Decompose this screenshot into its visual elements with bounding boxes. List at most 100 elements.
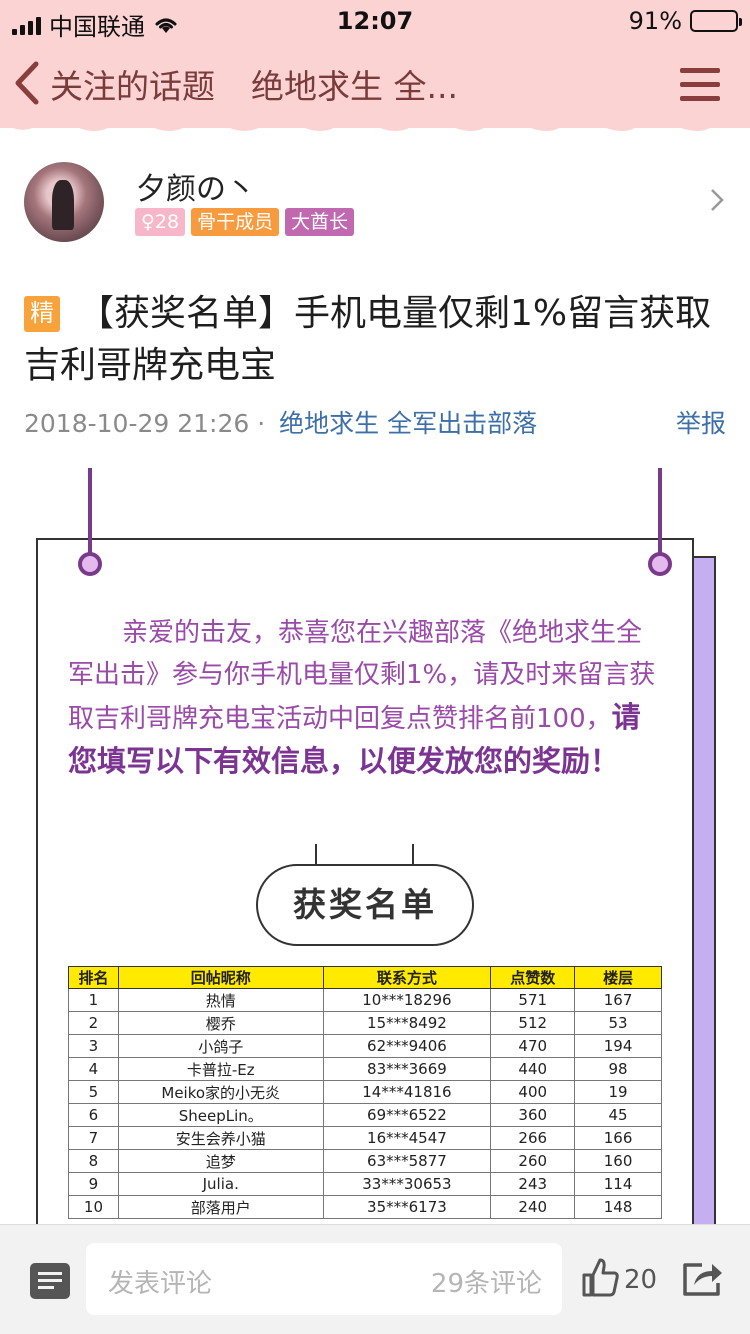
table-row: 6 SheepLin。 69***6522 360 45 — [68, 1103, 662, 1127]
author-badges: ♀28 骨干成员 大酋长 — [135, 208, 355, 236]
table-cell: 440 — [490, 1057, 576, 1081]
featured-tag: 精 — [24, 296, 60, 332]
table-cell: 571 — [490, 988, 576, 1012]
table-row: 8 追梦 63***5877 260 160 — [68, 1149, 662, 1173]
table-cell: 10 — [68, 1195, 119, 1219]
table-cell: 8 — [68, 1149, 119, 1173]
pill-hanger-right — [412, 844, 414, 866]
table-row: 9 Julia. 33***30653 243 114 — [68, 1172, 662, 1196]
table-cell: 3 — [68, 1034, 119, 1058]
battery-group: 91% — [628, 7, 742, 35]
nav-subtitle: 绝地求生 全... — [251, 67, 458, 106]
comment-placeholder: 发表评论 — [108, 1269, 213, 1299]
nav-title: 关注的话题 绝地求生 全... — [50, 60, 458, 108]
comment-input[interactable]: 发表评论 29条评论 — [86, 1243, 562, 1315]
like-count: 20 — [624, 1265, 658, 1295]
table-cell: 卡普拉-Ez — [117, 1057, 324, 1081]
list-icon[interactable] — [30, 1263, 70, 1299]
table-cell: 部落用户 — [117, 1195, 324, 1219]
winners-heading: 获奖名单 — [256, 864, 474, 946]
table-cell: 166 — [574, 1126, 662, 1150]
avatar[interactable] — [24, 162, 104, 242]
table-cell: 热情 — [117, 988, 324, 1012]
chief-badge: 大酋长 — [285, 208, 355, 236]
battery-percent: 91% — [628, 7, 682, 35]
table-cell: Julia. — [117, 1172, 324, 1196]
table-cell: 樱乔 — [117, 1011, 324, 1035]
table-header-cell: 联系方式 — [322, 966, 492, 989]
winners-table: 排名 回帖昵称 联系方式 点赞数 楼层 1 热情 10***18296 571 167 2 樱乔 15… — [68, 966, 662, 1219]
table-cell: 10***18296 — [322, 988, 492, 1012]
table-cell: 35***6173 — [322, 1195, 492, 1219]
tribe-link[interactable]: 绝地求生 全军出击部落 — [279, 409, 537, 438]
table-cell: 2 — [68, 1011, 119, 1035]
nav-wave-decoration — [0, 120, 750, 131]
menu-icon[interactable] — [680, 68, 720, 102]
pill-hanger-left — [315, 844, 317, 866]
table-cell: 400 — [490, 1080, 576, 1104]
table-header-cell: 回帖昵称 — [117, 966, 324, 989]
table-cell: 1 — [68, 988, 119, 1012]
poster-string-left — [88, 468, 92, 558]
table-cell: 62***9406 — [322, 1034, 492, 1058]
table-cell: 7 — [68, 1126, 119, 1150]
table-cell: 45 — [574, 1103, 662, 1127]
author-row[interactable]: 夕颜の丶 ♀28 骨干成员 大酋长 — [0, 150, 750, 255]
table-row: 5 Meiko家的小无炎 14***41816 400 19 — [68, 1080, 662, 1104]
table-cell: 83***3669 — [322, 1057, 492, 1081]
nav-bar: 关注的话题 绝地求生 全... — [0, 42, 750, 131]
table-row: 3 小鸽子 62***9406 470 194 — [68, 1034, 662, 1058]
table-cell: 6 — [68, 1103, 119, 1127]
table-cell: 14***41816 — [322, 1080, 492, 1104]
post-image[interactable]: 亲爱的击友，恭喜您在兴趣部落《绝地求生全军出击》参与你手机电量仅剩1%，请及时来… — [0, 468, 750, 1276]
table-header-row: 排名 回帖昵称 联系方式 点赞数 楼层 — [68, 966, 662, 989]
table-cell: 470 — [490, 1034, 576, 1058]
table-cell: SheepLin。 — [117, 1103, 324, 1127]
table-cell: 小鸽子 — [117, 1034, 324, 1058]
level-badge: ♀28 — [135, 208, 186, 236]
status-bar: 中国联通 12:07 91% — [0, 0, 750, 42]
table-cell: 4 — [68, 1057, 119, 1081]
share-icon[interactable] — [682, 1259, 724, 1297]
table-header-cell: 排名 — [68, 966, 119, 989]
table-cell: 266 — [490, 1126, 576, 1150]
table-cell: 追梦 — [117, 1149, 324, 1173]
table-cell: 240 — [490, 1195, 576, 1219]
intro-text: 亲爱的击友，恭喜您在兴趣部落《绝地求生全军出击》参与你手机电量仅剩1%，请及时来… — [68, 618, 656, 734]
table-cell: 148 — [574, 1195, 662, 1219]
table-row: 10 部落用户 35***6173 240 148 — [68, 1195, 662, 1219]
table-cell: 16***4547 — [322, 1126, 492, 1150]
table-row: 7 安生会养小猫 16***4547 266 166 — [68, 1126, 662, 1150]
report-link[interactable]: 举报 — [676, 404, 726, 440]
table-cell: 53 — [574, 1011, 662, 1035]
table-header-cell: 点赞数 — [490, 966, 576, 989]
table-cell: Meiko家的小无炎 — [117, 1080, 324, 1104]
core-member-badge: 骨干成员 — [191, 208, 280, 236]
poster-pin-left — [78, 552, 102, 576]
table-cell: 160 — [574, 1149, 662, 1173]
bottom-bar: 发表评论 29条评论 20 — [0, 1224, 750, 1334]
back-label[interactable]: 关注的话题 — [50, 67, 215, 106]
poster-pin-right — [648, 552, 672, 576]
back-arrow-icon[interactable] — [10, 58, 44, 108]
poster-intro: 亲爱的击友，恭喜您在兴趣部落《绝地求生全军出击》参与你手机电量仅剩1%，请及时来… — [68, 612, 658, 784]
table-cell: 360 — [490, 1103, 576, 1127]
table-cell: 69***6522 — [322, 1103, 492, 1127]
table-cell: 512 — [490, 1011, 576, 1035]
table-header-cell: 楼层 — [574, 966, 662, 989]
thumbs-up-icon[interactable] — [580, 1257, 620, 1297]
table-cell: 安生会养小猫 — [117, 1126, 324, 1150]
table-cell: 243 — [490, 1172, 576, 1196]
table-row: 4 卡普拉-Ez 83***3669 440 98 — [68, 1057, 662, 1081]
table-cell: 114 — [574, 1172, 662, 1196]
post-title: 精【获奖名单】手机电量仅剩1%留言获取吉利哥牌充电宝 — [24, 288, 724, 392]
table-cell: 167 — [574, 988, 662, 1012]
author-name: 夕颜の丶 — [136, 172, 256, 207]
comment-count[interactable]: 29条评论 — [431, 1263, 542, 1300]
table-cell: 5 — [68, 1080, 119, 1104]
table-cell: 98 — [574, 1057, 662, 1081]
table-row: 2 樱乔 15***8492 512 53 — [68, 1011, 662, 1035]
table-cell: 33***30653 — [322, 1172, 492, 1196]
post-date: 2018-10-29 21:26 · — [24, 409, 266, 438]
poster-string-right — [658, 468, 662, 558]
